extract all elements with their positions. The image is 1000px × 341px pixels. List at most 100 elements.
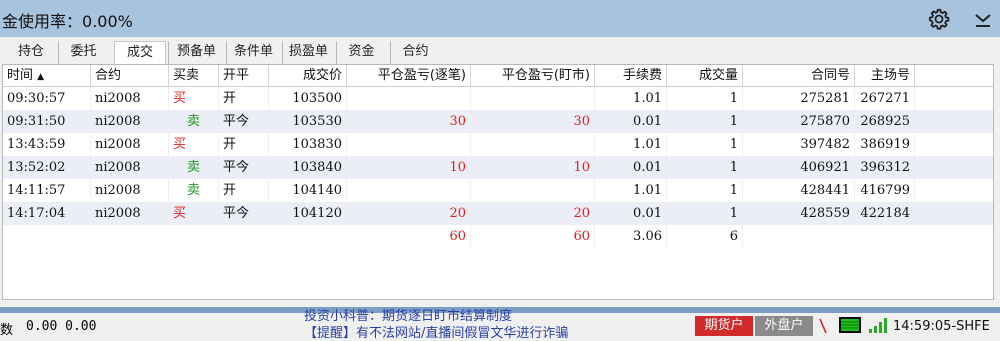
cell-pnl-trade: 10	[347, 156, 471, 179]
tab-conditional-orders[interactable]: 条件单	[226, 41, 280, 64]
cell-volume: 1	[667, 110, 743, 133]
tab-positions[interactable]: 持仓	[10, 41, 52, 64]
cell-pnl-trade: 20	[347, 202, 471, 225]
table-row[interactable]: 09:31:50 ni2008 卖 平今 103530 30 30 0.01 1…	[3, 110, 993, 133]
tab-contracts[interactable]: 合约	[390, 41, 440, 64]
gear-icon[interactable]	[928, 8, 950, 30]
table-row[interactable]: 14:11:57 ni2008 卖 开 104140 1.01 1 428441…	[3, 179, 993, 202]
col-pnl-mtm[interactable]: 平仓盈亏(盯市)	[471, 65, 595, 87]
ticker-line-2[interactable]: 【提醒】有不法网站/直播间假冒文华进行诈骗	[304, 322, 568, 341]
cell-side: 卖	[169, 179, 219, 202]
cell-exchange-no: 416799	[855, 179, 915, 202]
margin-usage-label: 金使用率：	[2, 12, 83, 31]
tab-stop-orders[interactable]: 损盈单	[282, 41, 334, 64]
cell-time: 14:11:57	[3, 179, 91, 202]
col-contract[interactable]: 合约	[91, 65, 169, 87]
cell-fee: 0.01	[595, 110, 667, 133]
col-open-close[interactable]: 开平	[219, 65, 269, 87]
tab-prepared-orders[interactable]: 预备单	[168, 41, 224, 64]
cell-fee: 1.01	[595, 179, 667, 202]
col-contract-no[interactable]: 合同号	[743, 65, 855, 87]
status-values: 0.00 0.00	[26, 319, 97, 334]
cell-contract-no: 275870	[743, 110, 855, 133]
empty-row	[3, 271, 993, 294]
col-fee[interactable]: 手续费	[595, 65, 667, 87]
col-time[interactable]: 时间 ▲	[3, 65, 91, 87]
col-exchange-no[interactable]: 主场号	[855, 65, 915, 87]
network-status-icon	[839, 317, 861, 333]
cell-price: 103500	[269, 87, 347, 110]
cell-time: 13:43:59	[3, 133, 91, 156]
external-account-button[interactable]: 外盘户	[755, 316, 813, 336]
collapse-icon[interactable]	[973, 9, 993, 29]
cell-open-close: 开	[219, 179, 269, 202]
trades-table: 时间 ▲ 合约 买卖 开平 成交价 平仓盈亏(逐笔) 平仓盈亏(盯市) 手续费 …	[2, 64, 994, 300]
table-row[interactable]: 09:30:57 ni2008 买 开 103500 1.01 1 275281…	[3, 87, 993, 110]
cell-contract-no: 275281	[743, 87, 855, 110]
cell-volume: 1	[667, 179, 743, 202]
cell-pnl-mtm	[471, 87, 595, 110]
col-pnl-trade[interactable]: 平仓盈亏(逐笔)	[347, 65, 471, 87]
cell-contract: ni2008	[91, 179, 169, 202]
total-pnl-trade: 60	[347, 225, 471, 248]
totals-row: 60 60 3.06 6	[3, 225, 993, 248]
cell-price: 103840	[269, 156, 347, 179]
cell-contract-no: 406921	[743, 156, 855, 179]
col-price[interactable]: 成交价	[269, 65, 347, 87]
cell-exchange-no: 422184	[855, 202, 915, 225]
cell-volume: 1	[667, 87, 743, 110]
tab-funds[interactable]: 资金	[336, 41, 386, 64]
cell-pnl-mtm	[471, 179, 595, 202]
cell-price: 104140	[269, 179, 347, 202]
cell-fee: 1.01	[595, 133, 667, 156]
margin-usage-value: 0.00%	[82, 12, 133, 31]
empty-row	[3, 248, 993, 271]
col-volume[interactable]: 成交量	[667, 65, 743, 87]
col-side[interactable]: 买卖	[169, 65, 219, 87]
status-label: 数	[0, 323, 14, 338]
table-row[interactable]: 14:17:04 ni2008 买 平今 104120 20 20 0.01 1…	[3, 202, 993, 225]
cell-contract: ni2008	[91, 110, 169, 133]
col-time-label: 时间	[7, 68, 34, 83]
cell-open-close: 平今	[219, 110, 269, 133]
cell-side: 卖	[169, 110, 219, 133]
tab-trades[interactable]: 成交	[114, 41, 166, 64]
cell-exchange-no: 267271	[855, 87, 915, 110]
cell-exchange-no: 386919	[855, 133, 915, 156]
cell-fee: 1.01	[595, 87, 667, 110]
tab-orders[interactable]: 委托	[58, 41, 108, 64]
table-row[interactable]: 13:52:02 ni2008 卖 平今 103840 10 10 0.01 1…	[3, 156, 993, 179]
cell-pnl-trade: 30	[347, 110, 471, 133]
cell-fee: 0.01	[595, 202, 667, 225]
cell-volume: 1	[667, 133, 743, 156]
disconnect-slash-icon	[819, 318, 827, 334]
cell-price: 103530	[269, 110, 347, 133]
cell-pnl-mtm	[471, 133, 595, 156]
cell-pnl-mtm: 30	[471, 110, 595, 133]
cell-side: 买	[169, 133, 219, 156]
panel-tabs: 持仓 委托 成交 预备单 条件单 损盈单 资金 合约	[0, 41, 1000, 64]
cell-contract: ni2008	[91, 87, 169, 110]
cell-contract: ni2008	[91, 202, 169, 225]
cell-open-close: 开	[219, 87, 269, 110]
total-pnl-mtm: 60	[471, 225, 595, 248]
news-ticker[interactable]: 投资小科普：期货逐日盯市结算制度 【提醒】有不法网站/直播间假冒文华进行诈骗	[300, 309, 690, 341]
total-volume: 6	[667, 225, 743, 248]
cell-time: 13:52:02	[3, 156, 91, 179]
cell-contract-no: 428559	[743, 202, 855, 225]
cell-contract-no: 397482	[743, 133, 855, 156]
cell-pnl-mtm: 20	[471, 202, 595, 225]
total-fee: 3.06	[595, 225, 667, 248]
cell-price: 103830	[269, 133, 347, 156]
cell-pnl-trade	[347, 133, 471, 156]
cell-exchange-no: 396312	[855, 156, 915, 179]
cell-volume: 1	[667, 156, 743, 179]
cell-open-close: 平今	[219, 202, 269, 225]
cell-open-close: 平今	[219, 156, 269, 179]
table-row[interactable]: 13:43:59 ni2008 买 开 103830 1.01 1 397482…	[3, 133, 993, 156]
cell-time: 14:17:04	[3, 202, 91, 225]
futures-account-button[interactable]: 期货户	[695, 316, 753, 336]
server-clock: 14:59:05-SHFE	[893, 319, 990, 334]
sort-asc-icon: ▲	[37, 72, 45, 82]
table-header: 时间 ▲ 合约 买卖 开平 成交价 平仓盈亏(逐笔) 平仓盈亏(盯市) 手续费 …	[3, 65, 993, 87]
